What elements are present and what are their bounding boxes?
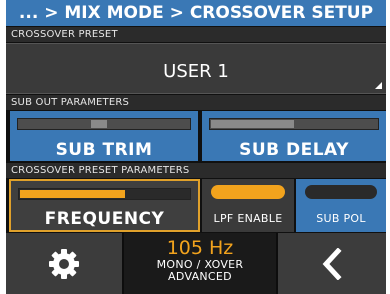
crossover-preset-value: USER 1 xyxy=(163,61,229,82)
sub-pol-label: SUB POL xyxy=(316,212,366,225)
crossover-preset-section-label: CROSSOVER PRESET xyxy=(6,27,386,42)
frequency-button[interactable]: FREQUENCY xyxy=(9,179,200,232)
frequency-level-track xyxy=(18,188,191,200)
dropdown-corner-icon xyxy=(375,82,382,89)
lpf-enable-button[interactable]: LPF ENABLE xyxy=(202,179,294,232)
sub-trim-label: SUB TRIM xyxy=(55,140,153,160)
crossover-preset-selector[interactable]: USER 1 xyxy=(6,43,386,94)
sub-trim-level-thumb xyxy=(91,120,107,128)
chevron-left-icon xyxy=(322,247,342,280)
sub-pol-indicator xyxy=(305,185,377,199)
sub-pol-button[interactable]: SUB POL xyxy=(296,179,386,232)
footer-bar: 105 Hz MONO / XOVER ADVANCED xyxy=(6,233,386,294)
breadcrumb-title: ... > MIX MODE > CROSSOVER SETUP xyxy=(6,0,386,26)
settings-button[interactable] xyxy=(6,233,122,294)
sub-out-section-label: SUB OUT PARAMETERS xyxy=(6,95,386,110)
lpf-enable-indicator xyxy=(211,185,285,199)
sub-delay-button[interactable]: SUB DELAY xyxy=(202,111,386,161)
sub-trim-level-track xyxy=(17,118,191,130)
frequency-level-fill xyxy=(20,190,125,198)
sub-delay-level-fill xyxy=(211,120,294,128)
mode-line-2: ADVANCED xyxy=(168,270,232,283)
back-button[interactable] xyxy=(278,233,386,294)
gear-icon xyxy=(49,248,79,279)
status-readout: 105 Hz MONO / XOVER ADVANCED xyxy=(124,233,276,294)
frequency-value: 105 Hz xyxy=(166,237,234,259)
sub-trim-button[interactable]: SUB TRIM xyxy=(10,111,198,161)
sub-delay-level-track xyxy=(209,118,379,130)
sub-delay-label: SUB DELAY xyxy=(239,140,349,160)
crossover-params-section-label: CROSSOVER PRESET PARAMETERS xyxy=(6,163,386,178)
frequency-label: FREQUENCY xyxy=(44,209,165,229)
lpf-enable-label: LPF ENABLE xyxy=(213,212,283,225)
crossover-setup-screen: ... > MIX MODE > CROSSOVER SETUP CROSSOV… xyxy=(6,0,386,294)
